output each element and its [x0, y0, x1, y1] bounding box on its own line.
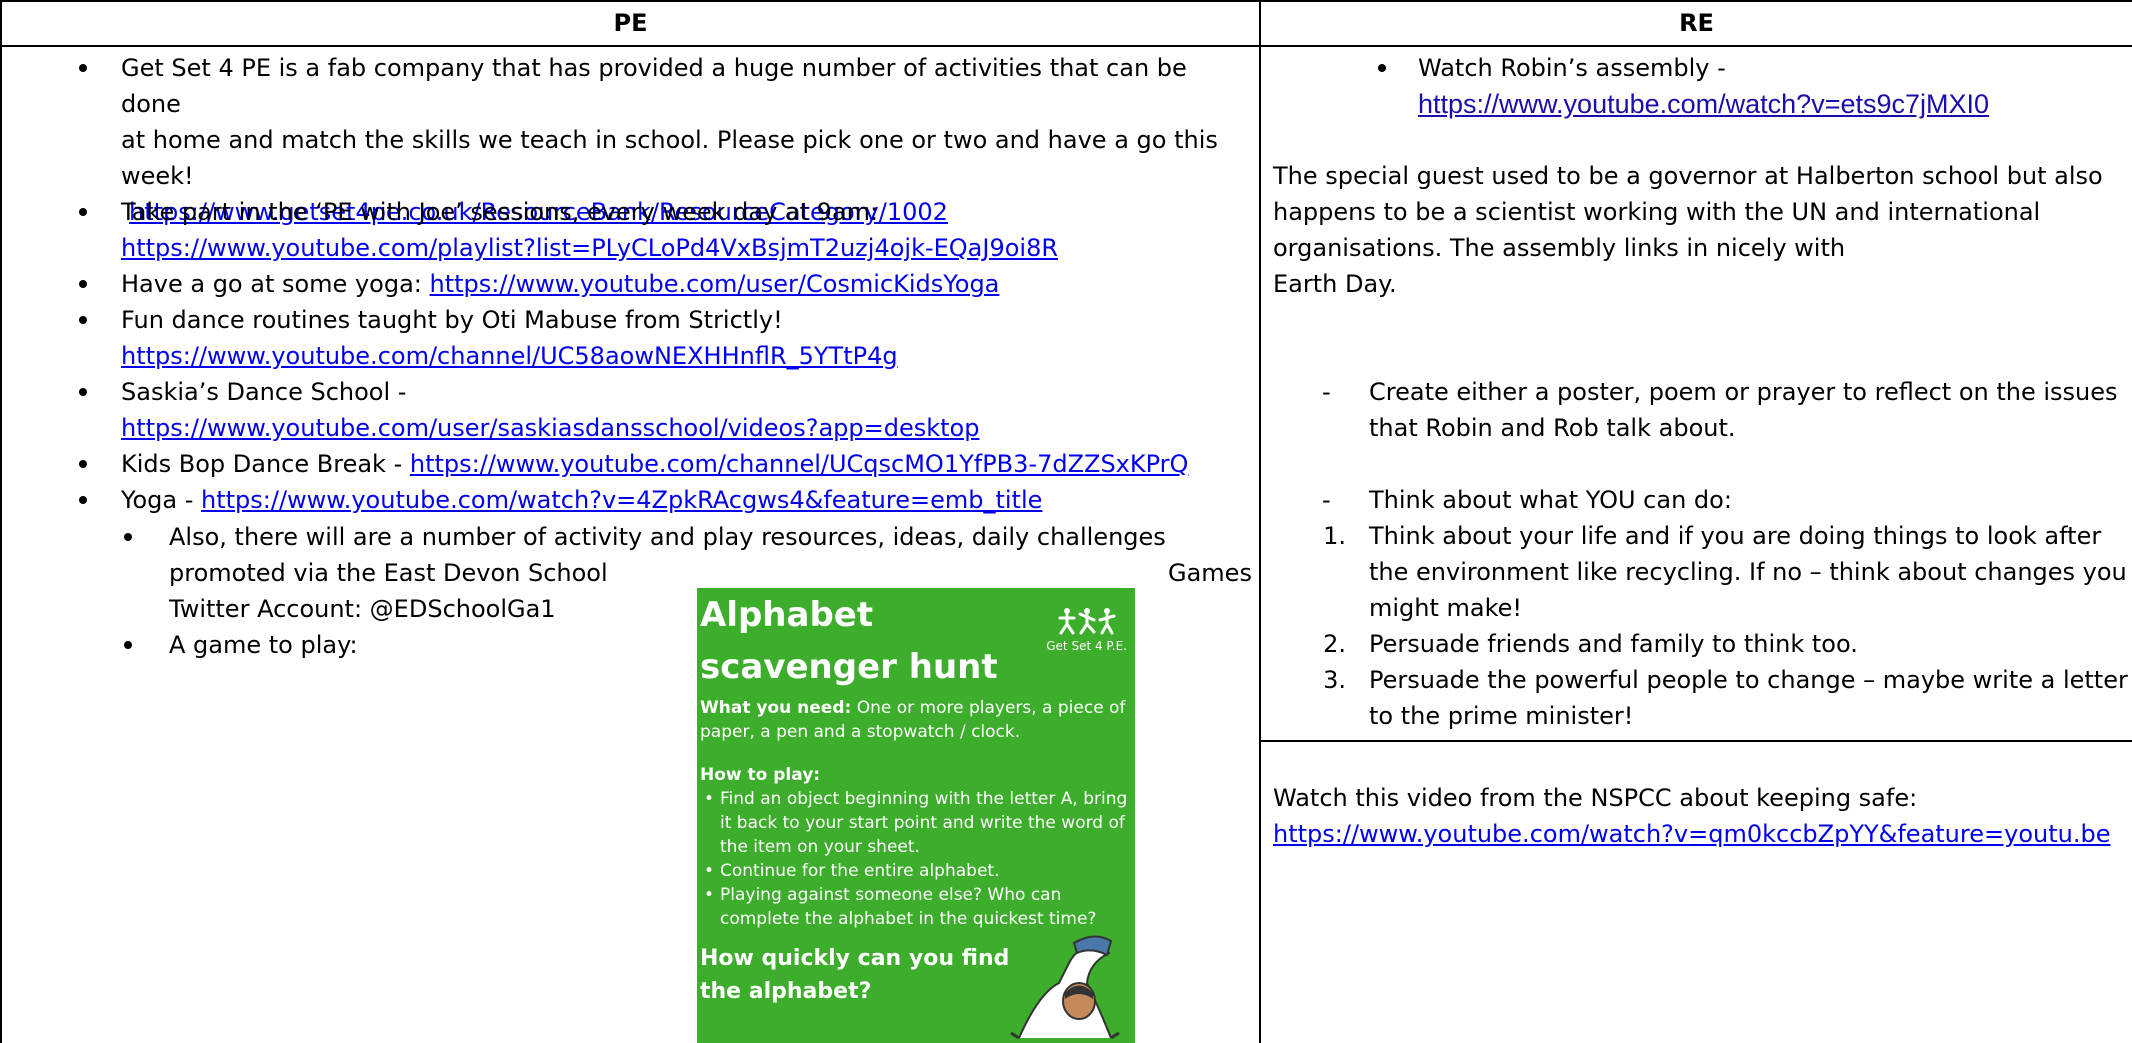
pe-item-yoga: Have a go at some yoga: https://www.yout… — [121, 266, 1251, 302]
bullet-icon — [79, 496, 87, 504]
bullet-icon — [1378, 64, 1386, 72]
cosmic-kids-yoga-link[interactable]: https://www.youtube.com/user/CosmicKidsY… — [429, 270, 999, 298]
text-line: Persuade the powerful people to change –… — [1369, 666, 2128, 694]
text-line: promoted via the East Devon School — [169, 559, 608, 587]
text-line: happens to be a scientist working with t… — [1273, 198, 2041, 226]
text-line: Twitter Account: @EDSchoolGa1 — [169, 595, 556, 623]
text-line: at home and match the skills we teach in… — [121, 126, 1218, 154]
list-number: 1. — [1323, 522, 1346, 550]
text-line: Persuade friends and family to think too… — [1369, 630, 1858, 658]
nspcc-video-link[interactable]: https://www.youtube.com/watch?v=qm0kccbZ… — [1273, 820, 2110, 848]
text-line: to the prime minister! — [1369, 702, 1634, 730]
running-figures-icon — [1058, 608, 1116, 635]
text-line: Create either a poster, poem or prayer t… — [1369, 378, 2118, 406]
pe-item-saskia: Saskia’s Dance School - https://www.yout… — [121, 374, 1251, 446]
re-nspcc-section: Watch this video from the NSPCC about ke… — [1273, 780, 2128, 852]
pe-sub-activity-resources: Also, there will are a number of activit… — [169, 519, 1239, 555]
text-line: Watch this video from the NSPCC about ke… — [1273, 784, 1918, 812]
poster-step: Continue for the entire alphabet. — [700, 859, 1130, 883]
poster-steps: Find an object beginning with the letter… — [700, 787, 1130, 931]
text-line: Games — [1168, 559, 1252, 587]
re-dash-create: Create either a poster, poem or prayer t… — [1369, 374, 2129, 446]
list-number: 3. — [1323, 666, 1346, 694]
bullet-icon — [79, 388, 87, 396]
poster-how-to-play: How to play: Find an object beginning wi… — [700, 763, 1130, 931]
bullet-icon — [79, 208, 87, 216]
text-line: that Robin and Rob talk about. — [1369, 414, 1736, 442]
text-line: might make! — [1369, 594, 1523, 622]
text-line: Saskia’s Dance School - — [121, 378, 407, 406]
poster-title: Alphabet scavenger hunt — [700, 595, 998, 687]
text-line: Fun dance routines taught by Oti Mabuse … — [121, 306, 783, 334]
bullet-icon — [79, 64, 87, 72]
getset4pe-logo: Get Set 4 P.E. — [1046, 606, 1127, 653]
bullet-icon — [124, 641, 132, 649]
alphabet-scavenger-hunt-poster: Alphabet scavenger hunt Get Set 4 P.E. W… — [697, 588, 1135, 1043]
bullet-icon — [79, 280, 87, 288]
text-line: The special guest used to be a governor … — [1273, 162, 2103, 190]
list-number: 2. — [1323, 630, 1346, 658]
pe-item-yoga-video: Yoga - https://www.youtube.com/watch?v=4… — [121, 482, 1251, 518]
pe-with-joe-link[interactable]: https://www.youtube.com/playlist?list=PL… — [121, 234, 1058, 262]
text-line: Have a go at some yoga: — [121, 270, 430, 298]
re-column-header: RE — [1679, 9, 1714, 37]
table-border-left — [0, 0, 2, 1043]
pe-item-kids-bop: Kids Bop Dance Break - https://www.youtu… — [121, 446, 1251, 482]
dash-marker: - — [1322, 486, 1331, 514]
re-numbered-item: Persuade friends and family to think too… — [1369, 626, 2129, 662]
pe-item-oti-dance: Fun dance routines taught by Oti Mabuse … — [121, 302, 1251, 374]
oti-mabuse-link[interactable]: https://www.youtube.com/channel/UC58aowN… — [121, 342, 898, 370]
re-numbered-item: Think about your life and if you are doi… — [1369, 518, 2129, 626]
re-row-divider — [1259, 740, 2132, 742]
text-line: organisations. The assembly links in nic… — [1273, 234, 1846, 262]
table-column-divider — [1259, 0, 1261, 1043]
kids-bop-link[interactable]: https://www.youtube.com/channel/UCqscMO1… — [410, 450, 1189, 478]
text-line: Yoga - — [121, 486, 202, 514]
poster-step: Find an object beginning with the letter… — [700, 787, 1130, 859]
bullet-icon — [79, 316, 87, 324]
text-line: Take part in the ‘PE with Joe’ sessions,… — [121, 198, 879, 226]
re-numbered-item: Persuade the powerful people to change –… — [1369, 662, 2129, 734]
bullet-icon — [79, 460, 87, 468]
dash-marker: - — [1322, 378, 1331, 406]
text-line: the environment like recycling. If no – … — [1369, 558, 2127, 586]
text-line: week! — [121, 162, 194, 190]
text-line: Watch Robin’s assembly - — [1418, 54, 1726, 82]
poster-what-you-need: What you need: One or more players, a pi… — [700, 696, 1130, 744]
yoga-video-link[interactable]: https://www.youtube.com/watch?v=4ZpkRAcg… — [201, 486, 1042, 514]
text-line: Think about your life and if you are doi… — [1369, 522, 2102, 550]
bullet-icon — [124, 533, 132, 541]
child-bending-illustration — [1010, 935, 1120, 1040]
logo-text: Get Set 4 P.E. — [1046, 639, 1127, 653]
how-label: How to play: — [700, 765, 821, 785]
pe-sub-game: A game to play: — [169, 631, 358, 659]
need-label: What you need: — [700, 698, 852, 718]
document-page: PE RE Get Set 4 PE is a fab company that… — [0, 0, 2132, 1043]
text-line: Get Set 4 PE is a fab company that has p… — [121, 54, 1187, 118]
pe-column-header: PE — [613, 9, 648, 37]
re-guest-paragraph: The special guest used to be a governor … — [1273, 158, 2123, 302]
saskia-dance-link[interactable]: https://www.youtube.com/user/saskiasdans… — [121, 414, 979, 442]
text-line: Earth Day. — [1273, 270, 1397, 298]
re-dash-think: Think about what YOU can do: — [1369, 486, 1732, 514]
robin-assembly-link[interactable]: https://www.youtube.com/watch?v=ets9c7jM… — [1418, 89, 1989, 119]
text-line: Kids Bop Dance Break - — [121, 450, 410, 478]
text-line: Also, there will are a number of activit… — [169, 523, 1166, 551]
re-item-assembly: Watch Robin’s assembly - https://www.you… — [1418, 50, 2118, 123]
poster-question: How quickly can you find the alphabet? — [700, 946, 1010, 1004]
pe-item-pe-with-joe: Take part in the ‘PE with Joe’ sessions,… — [121, 194, 1251, 266]
